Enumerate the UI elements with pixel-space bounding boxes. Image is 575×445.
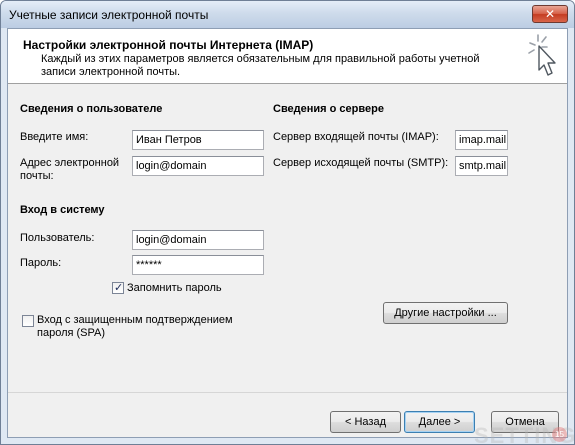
- username-label: Пользователь:: [20, 232, 95, 244]
- page-description: Каждый из этих параметров является обяза…: [41, 53, 480, 78]
- email-field[interactable]: login@domain: [132, 156, 264, 176]
- outgoing-server-label: Сервер исходящей почты (SMTP):: [273, 157, 449, 169]
- spa-checkbox[interactable]: [22, 315, 34, 327]
- remember-password-checkbox[interactable]: ✓: [112, 282, 124, 294]
- header-panel: Настройки электронной почты Интернета (I…: [8, 29, 567, 84]
- outgoing-server-field[interactable]: smtp.mail.: [455, 156, 508, 176]
- name-field[interactable]: Иван Петров: [132, 130, 264, 150]
- email-label: Адрес электронной почты:: [20, 157, 120, 182]
- server-info-heading: Сведения о сервере: [273, 103, 384, 115]
- back-button[interactable]: < Назад: [330, 411, 401, 433]
- checkmark-icon: ✓: [114, 282, 124, 294]
- incoming-server-field[interactable]: imap.mail.: [455, 130, 508, 150]
- spa-label: Вход с защищенным подтверждением пароля …: [37, 314, 233, 339]
- name-label: Введите имя:: [20, 131, 89, 143]
- dialog-client-area: Настройки электронной почты Интернета (I…: [7, 28, 575, 445]
- dialog-window: Учетные записи электронной почты ✕ Настр…: [0, 0, 575, 445]
- next-button[interactable]: Далее >: [404, 411, 475, 433]
- close-icon: ✕: [544, 7, 556, 21]
- footer-divider: [8, 392, 567, 393]
- other-settings-button[interactable]: Другие настройки ...: [383, 302, 508, 324]
- password-field[interactable]: ******: [132, 255, 264, 275]
- password-label: Пароль:: [20, 257, 62, 269]
- incoming-server-label: Сервер входящей почты (IMAP):: [273, 131, 439, 143]
- title-bar[interactable]: Учетные записи электронной почты ✕: [1, 1, 574, 28]
- remember-password-label: Запомнить пароль: [127, 282, 222, 294]
- user-info-heading: Сведения о пользователе: [20, 103, 163, 115]
- page-title: Настройки электронной почты Интернета (I…: [23, 38, 314, 52]
- watermark-badge: 15: [552, 427, 567, 442]
- window-title: Учетные записи электронной почты: [9, 8, 209, 22]
- username-field[interactable]: login@domain: [132, 230, 264, 250]
- setup-wizard-icon: [528, 34, 556, 76]
- close-button[interactable]: ✕: [532, 5, 568, 23]
- login-heading: Вход в систему: [20, 204, 105, 216]
